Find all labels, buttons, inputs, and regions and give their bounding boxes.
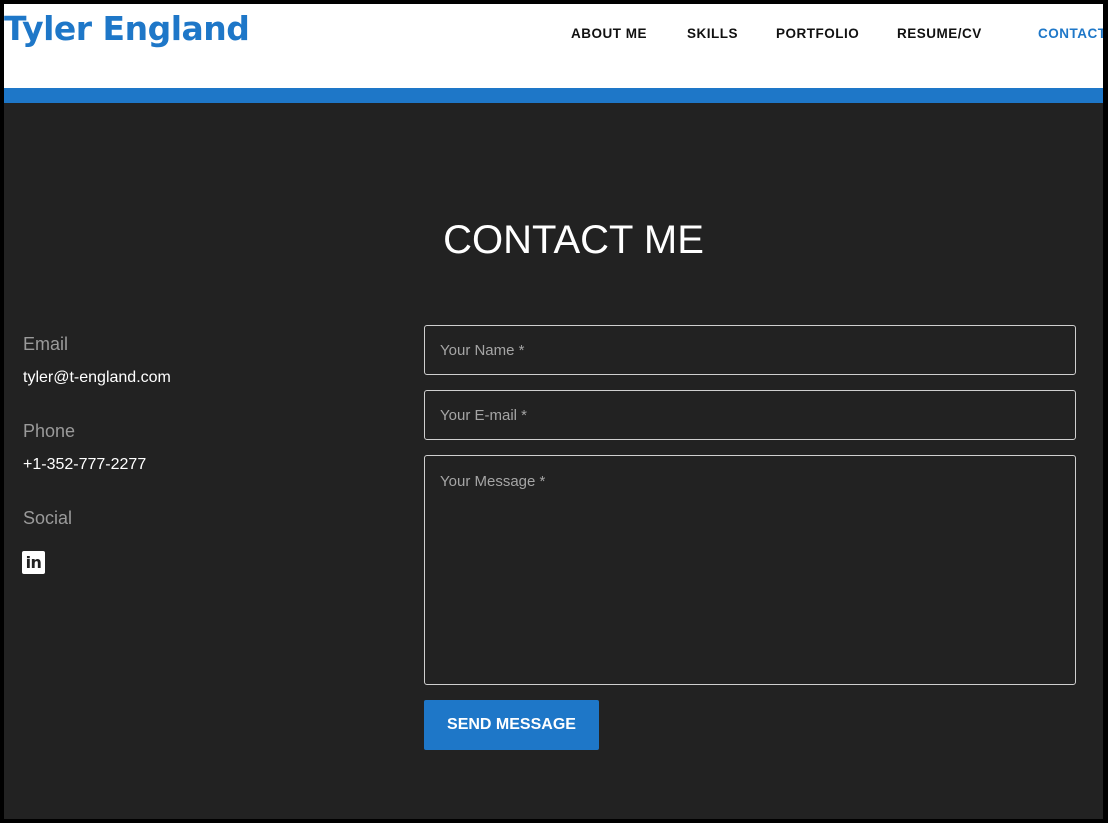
phone-value: +1-352-777-2277 <box>23 456 147 473</box>
email-value: tyler@t-england.com <box>23 369 171 386</box>
message-textarea[interactable] <box>424 455 1076 685</box>
nav-skills[interactable]: SKILLS <box>687 26 738 41</box>
social-label: Social <box>23 508 73 528</box>
nav-about-me[interactable]: ABOUT ME <box>571 26 647 41</box>
header-accent-bar <box>4 88 1103 103</box>
nav-portfolio[interactable]: PORTFOLIO <box>776 26 859 41</box>
linkedin-glyph: in <box>25 553 42 572</box>
name-input[interactable] <box>424 325 1076 375</box>
page-frame: Tyler England ABOUT ME SKILLS PORTFOLIO … <box>4 4 1103 819</box>
main-nav: ABOUT ME SKILLS PORTFOLIO RESUME/CV CONT… <box>4 26 1103 46</box>
phone-label: Phone <box>23 421 76 441</box>
page-title: CONTACT ME <box>443 218 704 262</box>
send-message-button[interactable]: SEND MESSAGE <box>424 700 599 750</box>
email-input[interactable] <box>424 390 1076 440</box>
nav-resume-cv[interactable]: RESUME/CV <box>897 26 982 41</box>
nav-contact[interactable]: CONTACT <box>1038 26 1103 41</box>
linkedin-icon[interactable]: in <box>22 551 45 574</box>
email-label: Email <box>23 334 69 354</box>
site-header: Tyler England ABOUT ME SKILLS PORTFOLIO … <box>4 4 1103 88</box>
